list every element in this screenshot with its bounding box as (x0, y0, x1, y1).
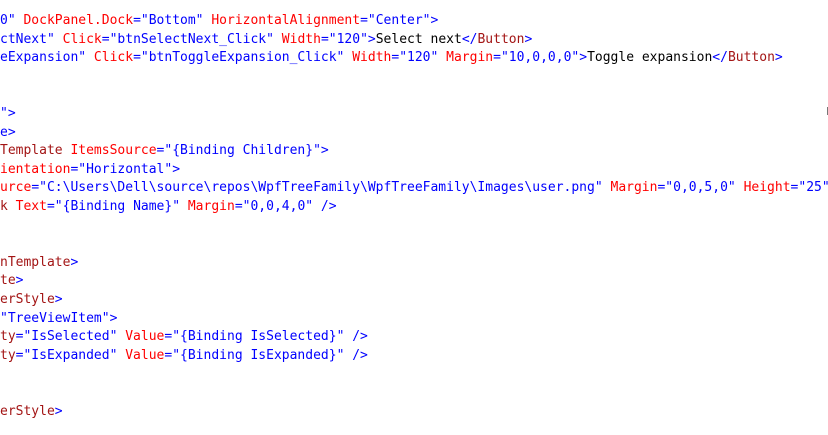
code-token: > (367, 31, 376, 47)
code-token: Select next (375, 31, 462, 47)
code-token: /> (313, 199, 337, 214)
code-token: erStyle (0, 292, 55, 307)
code-token: "120" (399, 50, 439, 66)
code-token: Margin (180, 199, 235, 214)
code-token: "IsExpanded" (23, 347, 118, 363)
code-token: = (320, 31, 329, 47)
code-token: "btnSelectNext_Click" (109, 31, 274, 47)
code-line[interactable]: e> (0, 124, 16, 142)
code-token: Template (0, 143, 63, 159)
code-line[interactable]: erStyle> (0, 403, 63, 421)
code-token: /> (344, 329, 368, 345)
code-token: Toggle expansion (587, 50, 713, 66)
code-token: "{Binding Name}" (54, 199, 181, 214)
code-token: /> (344, 347, 368, 363)
code-token: DockPanel.Dock (15, 13, 134, 28)
code-token: ty (0, 347, 16, 363)
code-token: "Horizontal" (78, 161, 173, 177)
code-token: > (7, 106, 16, 121)
code-token: "120" (328, 31, 368, 47)
code-token: "{Binding IsExpanded}" (172, 347, 345, 363)
code-token: HorizontalAlignment (203, 13, 361, 28)
code-line[interactable]: ientation="Horizontal"> (0, 161, 180, 179)
code-token: Width (344, 50, 392, 66)
code-token: = (360, 13, 368, 28)
code-token: "0,0,5,0" (665, 180, 736, 196)
code-token: "btnToggleExpansion_Click" (140, 50, 345, 66)
code-line[interactable]: ty="IsSelected" Value="{Binding IsSelect… (0, 328, 368, 346)
code-line[interactable]: te> (0, 272, 23, 290)
code-token: > (54, 403, 63, 419)
code-line[interactable]: "TreeViewItem"> (0, 310, 117, 328)
code-token: Button (477, 31, 525, 47)
code-token: nTemplate (0, 254, 71, 270)
code-line[interactable]: "> (0, 105, 16, 123)
code-token: > (15, 273, 24, 289)
code-token: Text (7, 199, 47, 214)
code-token: "C:\Users\Dell\source\repos\WpfTreeFamil… (39, 180, 603, 196)
code-token: k (0, 199, 8, 214)
code-token: urce (0, 180, 32, 196)
code-token: "{Binding IsSelected}" (172, 329, 345, 345)
code-token: > (430, 13, 439, 28)
code-token: "Center" (367, 13, 431, 28)
code-token: Click (54, 31, 102, 47)
code-token: </ (461, 31, 478, 47)
code-token: e> (0, 124, 16, 140)
code-token: Click (86, 50, 134, 66)
code-token: = (101, 31, 110, 47)
code-token: = (133, 50, 141, 66)
code-token: 0" (0, 13, 16, 28)
code-token: "0,0,4,0" (242, 199, 314, 214)
code-token: erStyle (0, 403, 55, 419)
code-token: "25" (798, 180, 828, 196)
code-token: = (46, 199, 55, 214)
code-token: Width (273, 31, 321, 47)
code-token: ientation (0, 161, 71, 177)
code-token: > (524, 31, 533, 47)
code-line[interactable]: urce="C:\Users\Dell\source\repos\WpfTree… (0, 179, 828, 197)
code-token: Height (735, 180, 791, 196)
code-token: "Bottom" (140, 13, 204, 28)
code-token: > (774, 50, 783, 66)
code-line[interactable]: nTemplate> (0, 254, 78, 272)
code-line[interactable]: 0" DockPanel.Dock="Bottom" HorizontalAli… (0, 12, 438, 30)
code-line[interactable]: ctNext" Click="btnSelectNext_Click" Widt… (0, 31, 532, 49)
code-token: Margin (438, 50, 494, 66)
code-token: = (391, 50, 400, 66)
code-token: = (493, 50, 501, 66)
code-token: > (70, 254, 79, 270)
code-token: "10,0,0,0" (500, 50, 580, 66)
code-token: eExpansion" (0, 50, 87, 66)
code-token: Button (727, 50, 775, 66)
code-token: Value (117, 347, 165, 363)
code-token: "IsSelected" (23, 329, 118, 345)
code-token: > (109, 310, 118, 326)
code-token: = (133, 13, 141, 28)
code-token: = (31, 180, 40, 196)
code-token: Value (117, 329, 165, 345)
code-line[interactable]: k Text="{Binding Name}" Margin="0,0,4,0"… (0, 198, 337, 216)
code-line[interactable]: ty="IsExpanded" Value="{Binding IsExpand… (0, 347, 368, 365)
code-token: "TreeViewItem" (0, 310, 110, 326)
code-line[interactable]: eExpansion" Click="btnToggleExpansion_Cl… (0, 49, 783, 67)
code-token: ty (0, 329, 16, 345)
code-line[interactable]: Template ItemsSource="{Binding Children}… (0, 142, 329, 160)
code-token: ctNext" (0, 31, 55, 47)
code-line[interactable]: erStyle> (0, 291, 63, 309)
code-token: "{Binding Children}" (164, 143, 321, 159)
code-token: > (320, 143, 329, 159)
code-token: ItemsSource (62, 143, 157, 159)
code-editor[interactable]: 0" DockPanel.Dock="Bottom" HorizontalAli… (0, 0, 828, 435)
code-token: > (54, 292, 63, 307)
code-token: te (0, 273, 16, 289)
code-token: = (234, 199, 243, 214)
code-token: > (579, 50, 588, 66)
code-token: </ (712, 50, 728, 66)
code-token: > (172, 161, 181, 177)
code-token: Margin (602, 180, 658, 196)
code-token: " (0, 106, 8, 121)
